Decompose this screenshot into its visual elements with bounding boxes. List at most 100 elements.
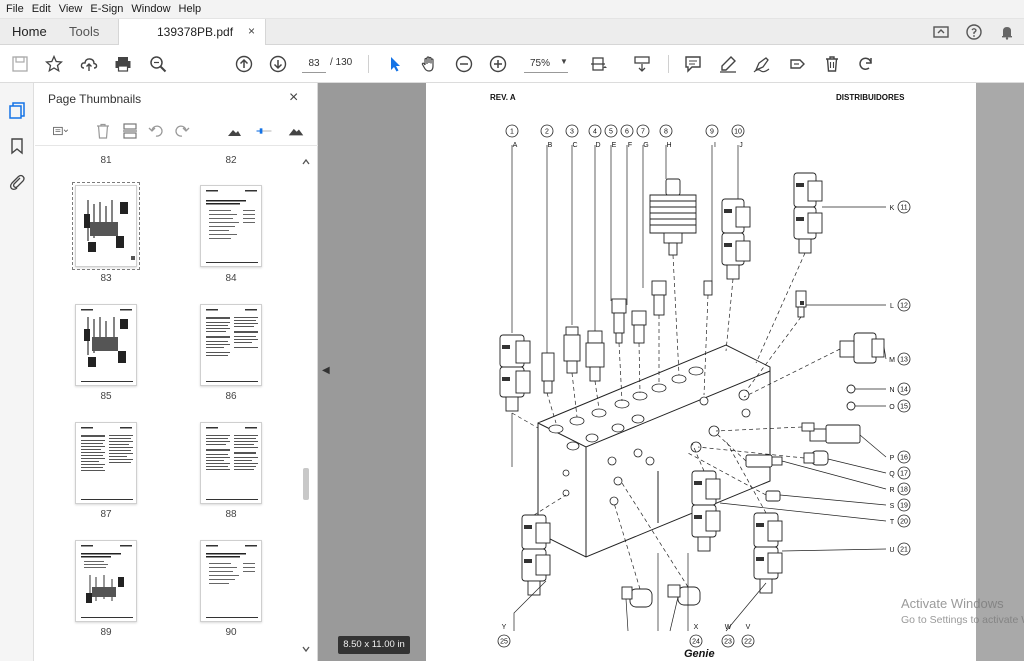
callout-letter: V (746, 624, 751, 631)
callout-letter: O (889, 404, 895, 411)
delete-trash-icon[interactable] (822, 54, 842, 74)
thumbnail-scrollbar[interactable] (300, 156, 312, 656)
rotate-icon[interactable] (856, 54, 876, 74)
collapse-panel-chevron-icon[interactable]: ◀ (322, 365, 330, 376)
attachments-paperclip-icon[interactable] (8, 173, 26, 191)
callout-number: 9 (710, 129, 714, 136)
callout-letter: A (513, 142, 518, 149)
callout-number: 19 (900, 503, 908, 510)
comment-icon[interactable] (683, 54, 703, 74)
sign-pen-icon[interactable] (752, 54, 772, 74)
page-thumbnails-panel: Page Thumbnails × 81 82 83 84 85 86 87 8… (35, 83, 318, 661)
callout-letter: Y (502, 624, 507, 631)
callout-letter: K (890, 205, 895, 212)
thumbnail-toolbar (35, 116, 318, 146)
callout-number: 12 (900, 303, 908, 310)
rotate-left-icon[interactable] (147, 122, 165, 140)
smaller-thumbnails-icon[interactable] (225, 122, 243, 140)
next-page-icon[interactable] (268, 54, 288, 74)
callout-number: 4 (593, 129, 597, 136)
callout-number: 18 (900, 487, 908, 494)
menu-window[interactable]: Window (129, 3, 176, 15)
callout-number: 7 (641, 129, 645, 136)
thumbnail-page[interactable] (75, 304, 137, 386)
hand-tool-icon[interactable] (419, 54, 439, 74)
page-thumbnails-icon[interactable] (8, 101, 26, 119)
callout-letter: T (890, 519, 895, 526)
delete-page-icon[interactable] (94, 122, 112, 140)
thumbnail-label: 81 (100, 155, 112, 166)
zoom-dropdown-chevron-icon[interactable]: ▼ (560, 57, 568, 66)
activate-windows-watermark: Activate Windows (901, 596, 1004, 611)
callout-letter: U (889, 547, 894, 554)
print-icon[interactable] (113, 54, 133, 74)
document-viewport[interactable]: ◀ REV. A DISTRIBUIDORES 1 A 2 B 3 C 4 D … (318, 83, 1024, 661)
callout-letter: M (889, 357, 895, 364)
options-menu-icon[interactable] (47, 122, 75, 140)
zoom-in-icon[interactable] (488, 54, 508, 74)
callout-number: 22 (744, 639, 752, 646)
rotate-right-icon[interactable] (173, 122, 191, 140)
close-panel-icon[interactable]: × (289, 89, 298, 107)
highlight-pen-icon[interactable] (718, 54, 738, 74)
thumbnail-page[interactable] (75, 422, 137, 504)
callout-number: 15 (900, 404, 908, 411)
save-icon[interactable] (10, 54, 30, 74)
page-fit-icon[interactable] (588, 54, 608, 74)
toolbar-divider (368, 55, 369, 73)
callout-number: 16 (900, 455, 908, 462)
menu-help[interactable]: Help (177, 3, 208, 15)
insert-page-icon[interactable] (121, 122, 139, 140)
callout-number: 1 (510, 129, 514, 136)
page-number-input[interactable]: 83 (302, 55, 326, 73)
notifications-bell-icon[interactable] (998, 23, 1016, 41)
callout-letter: E (612, 142, 617, 149)
scrolling-mode-icon[interactable] (632, 54, 652, 74)
tab-tools[interactable]: Tools (69, 24, 99, 39)
callout-letter: B (548, 142, 553, 149)
larger-thumbnails-icon[interactable] (285, 122, 307, 140)
hydraulic-manifold-diagram: 1 A 2 B 3 C 4 D 5 E 6 F 7 G 8 H 9I 10 J 11 K 12 L 13 M 14 N 15 O 16 P 1… (497, 124, 911, 648)
thumbnail-label: 88 (225, 509, 237, 520)
tab-document[interactable]: 139378PB.pdf × (118, 19, 266, 45)
callout-letter: L (890, 303, 894, 310)
previous-page-icon[interactable] (234, 54, 254, 74)
menu-file[interactable]: File (4, 3, 30, 15)
callout-letter: P (890, 455, 895, 462)
callout-letter: C (572, 142, 577, 149)
thumbnail-label: 89 (100, 627, 112, 638)
select-cursor-icon[interactable] (385, 54, 405, 74)
menu-view[interactable]: View (57, 3, 89, 15)
thumbnail-page[interactable] (200, 422, 262, 504)
page-size-indicator: 8.50 x 11.00 in (338, 636, 410, 654)
thumbnail-page[interactable] (200, 304, 262, 386)
thumbnail-page[interactable] (75, 540, 137, 622)
menu-edit[interactable]: Edit (30, 3, 57, 15)
stamp-icon[interactable] (787, 54, 807, 74)
close-tab-icon[interactable]: × (248, 24, 255, 38)
navigation-rail (0, 83, 34, 661)
bookmarks-icon[interactable] (8, 137, 26, 155)
page-total-label: / 130 (330, 57, 353, 68)
thumbnail-page[interactable] (72, 182, 140, 270)
main-toolbar: 83 / 130 75% ▼ (0, 45, 1024, 83)
callout-number: 23 (724, 639, 732, 646)
find-zoom-icon[interactable] (148, 54, 168, 74)
genie-logo: Genie (684, 648, 715, 660)
viewport-margin (976, 83, 1024, 661)
thumbnail-page[interactable] (200, 185, 262, 267)
callout-letter: R (889, 487, 894, 494)
thumbnail-size-slider[interactable] (249, 122, 279, 140)
callout-letter: N (889, 387, 894, 394)
help-icon[interactable] (965, 23, 983, 41)
upload-cloud-icon[interactable] (79, 54, 99, 74)
share-screen-icon[interactable] (932, 23, 950, 41)
menu-esign[interactable]: E-Sign (88, 3, 129, 15)
thumbnail-label: 86 (225, 391, 237, 402)
thumbnail-label: 82 (225, 155, 237, 166)
thumbnail-label: 90 (225, 627, 237, 638)
zoom-out-icon[interactable] (454, 54, 474, 74)
bookmark-star-icon[interactable] (44, 54, 64, 74)
thumbnail-page[interactable] (200, 540, 262, 622)
tab-home[interactable]: Home (12, 24, 47, 39)
